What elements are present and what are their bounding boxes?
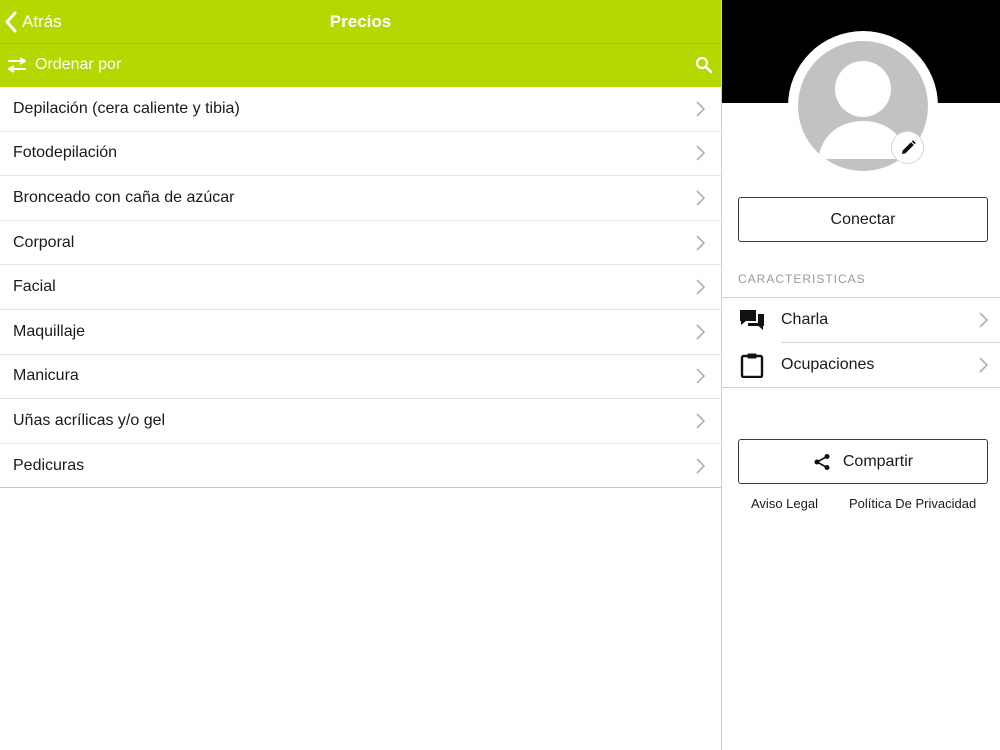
back-label: Atrás (22, 12, 62, 31)
swap-arrows-icon (8, 57, 26, 73)
category-label: Depilación (cera caliente y tibia) (13, 99, 240, 117)
connect-label: Conectar (830, 210, 896, 228)
chevron-right-icon (696, 190, 705, 206)
category-label: Fotodepilación (13, 144, 118, 162)
feature-label: Charla (781, 311, 829, 329)
chevron-right-icon (696, 279, 705, 295)
category-label: Pedicuras (13, 456, 85, 474)
category-label: Manicura (13, 367, 79, 385)
chevron-right-icon (696, 145, 705, 161)
category-item-unas[interactable]: Uñas acrílicas y/o gel (0, 399, 721, 444)
sort-label: Ordenar por (35, 56, 122, 73)
nav-bar: Atrás Precios (0, 0, 721, 43)
feature-item-ocupaciones[interactable]: Ocupaciones (722, 343, 1000, 388)
chevron-left-icon (5, 11, 17, 33)
category-item-bronceado[interactable]: Bronceado con caña de azúcar (0, 176, 721, 221)
page-title: Precios (329, 12, 392, 31)
chevron-right-icon (696, 324, 705, 340)
category-label: Maquillaje (13, 322, 86, 340)
legal-notice-link[interactable]: Aviso Legal (751, 496, 818, 511)
features-list: Charla Ocupaciones (722, 297, 1000, 388)
category-item-maquillaje[interactable]: Maquillaje (0, 310, 721, 355)
share-button[interactable]: Compartir (738, 439, 988, 484)
privacy-policy-link[interactable]: Política De Privacidad (849, 496, 976, 511)
category-item-corporal[interactable]: Corporal (0, 221, 721, 266)
features-heading: CARACTERISTICAS (738, 272, 866, 286)
search-icon[interactable] (695, 56, 713, 74)
chevron-right-icon (696, 101, 705, 117)
chevron-right-icon (696, 235, 705, 251)
category-item-manicura[interactable]: Manicura (0, 355, 721, 400)
sort-button[interactable]: Ordenar por (6, 56, 121, 74)
category-item-pedicuras[interactable]: Pedicuras (0, 444, 721, 489)
chevron-right-icon (979, 357, 988, 373)
chat-icon (740, 310, 764, 331)
chevron-right-icon (696, 457, 705, 474)
category-item-depilacion[interactable]: Depilación (cera caliente y tibia) (0, 87, 721, 132)
clipboard-icon (740, 353, 764, 378)
prices-pane: Atrás Precios Ordenar por Depilación (ce… (0, 0, 721, 750)
pencil-icon (901, 139, 916, 154)
feature-label: Ocupaciones (781, 355, 875, 373)
edit-avatar-button[interactable] (891, 131, 924, 164)
feature-item-charla[interactable]: Charla (722, 298, 1000, 343)
sort-bar: Ordenar por (0, 43, 721, 87)
category-item-facial[interactable]: Facial (0, 265, 721, 310)
chevron-right-icon (979, 312, 988, 328)
category-list: Depilación (cera caliente y tibia) Fotod… (0, 87, 721, 489)
chevron-right-icon (696, 368, 705, 384)
category-label: Uñas acrílicas y/o gel (13, 411, 166, 429)
back-button[interactable]: Atrás (4, 10, 62, 34)
profile-pane: Conectar CARACTERISTICAS Charla Ocupacio… (721, 0, 1000, 750)
category-label: Facial (13, 278, 56, 296)
category-item-fotodepilacion[interactable]: Fotodepilación (0, 132, 721, 177)
share-icon (814, 453, 830, 470)
chevron-right-icon (696, 413, 705, 429)
share-label: Compartir (842, 452, 914, 470)
category-label: Corporal (13, 233, 75, 251)
connect-button[interactable]: Conectar (738, 197, 988, 242)
category-label: Bronceado con caña de azúcar (13, 188, 235, 206)
